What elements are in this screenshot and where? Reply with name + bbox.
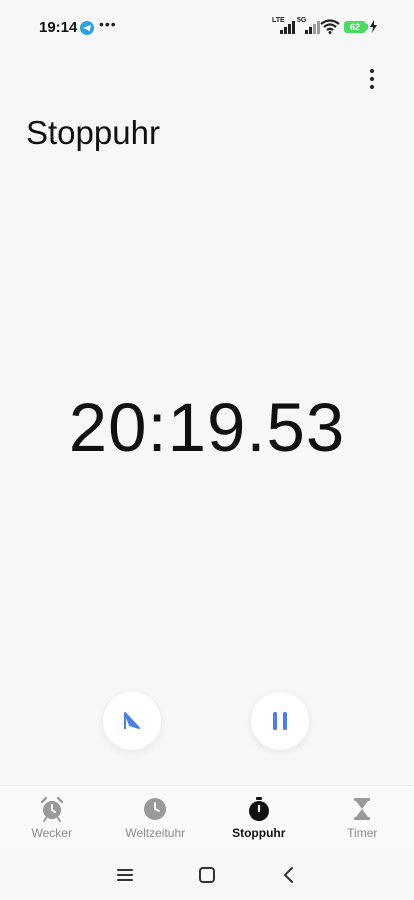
tab-weltzeituhr[interactable]: Weltzeituhr (104, 786, 208, 848)
system-navigation-bar (0, 850, 414, 900)
tab-label: Weltzeituhr (125, 826, 186, 840)
recent-apps-button[interactable] (111, 862, 139, 888)
alarm-clock-icon (40, 796, 63, 822)
charging-icon (370, 20, 377, 38)
flag-icon (124, 712, 140, 729)
stopwatch-icon (248, 797, 269, 821)
menu-icon (117, 869, 133, 881)
tab-label: Wecker (31, 826, 72, 840)
battery-icon: 62 (344, 21, 366, 33)
tab-timer[interactable]: Timer (311, 786, 414, 848)
home-button[interactable] (193, 862, 221, 888)
hourglass-icon (354, 798, 371, 820)
telegram-icon (80, 21, 94, 35)
battery-tip (366, 24, 368, 30)
tab-label: Timer (347, 826, 378, 840)
pause-button[interactable] (251, 692, 309, 750)
elapsed-time: 20:19.53 (68, 389, 346, 466)
back-button[interactable] (275, 862, 303, 888)
tab-wecker[interactable]: Wecker (0, 786, 104, 848)
home-square-icon (199, 867, 215, 883)
more-notifications-icon: ••• (99, 16, 117, 32)
back-chevron-icon (284, 867, 293, 883)
pause-icon (273, 712, 287, 730)
lap-button[interactable] (103, 692, 161, 750)
status-bar: 19:14 ••• LTE 5G 62 (0, 0, 414, 54)
bottom-tab-bar: Wecker Weltzeituhr Stoppuhr Timer (0, 785, 414, 848)
wifi-icon (320, 19, 340, 39)
clock-icon (144, 798, 167, 820)
more-options-icon (370, 69, 374, 73)
page-title: Stoppuhr (26, 114, 160, 151)
status-time: 19:14 (39, 19, 78, 36)
tab-stoppuhr[interactable]: Stoppuhr (207, 786, 311, 848)
tab-label: Stoppuhr (232, 826, 286, 840)
more-options-button[interactable] (360, 66, 384, 92)
